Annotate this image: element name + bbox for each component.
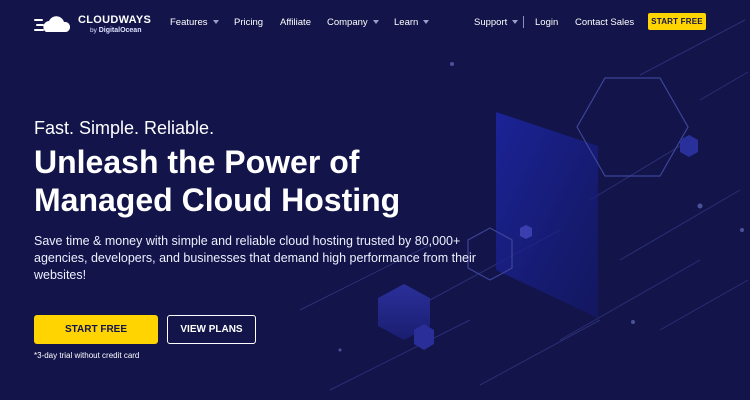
nav-item-contact-sales[interactable]: Contact Sales [575, 17, 634, 28]
nav-start-free-button[interactable]: START FREE [648, 13, 706, 30]
brand-by: by [90, 27, 97, 34]
nav-item-learn[interactable]: Learn [394, 17, 430, 28]
chevron-down-icon [423, 20, 430, 24]
hero-tagline: Fast. Simple. Reliable. [34, 118, 215, 138]
chevron-down-icon [372, 20, 379, 24]
nav-item-login[interactable]: Login [535, 17, 558, 28]
top-navigation: CLOUDWAYS by DigitalOcean Features Prici… [0, 0, 750, 44]
start-free-button[interactable]: START FREE [34, 315, 158, 344]
nav-label: Learn [394, 17, 419, 28]
cloudways-logo[interactable]: CLOUDWAYS by DigitalOcean [34, 12, 151, 36]
nav-item-support[interactable]: Support [474, 17, 519, 28]
nav-divider [523, 16, 524, 28]
brand-parent: DigitalOcean [98, 27, 142, 34]
headline-line-1: Unleash the Power of [34, 144, 360, 180]
nav-item-affiliate[interactable]: Affiliate [280, 17, 311, 28]
hero-headline: Unleash the Power of Managed Cloud Hostin… [34, 143, 400, 219]
nav-item-features[interactable]: Features [170, 17, 219, 28]
nav-label: Company [327, 17, 368, 28]
cloud-logo-icon [34, 16, 71, 32]
brand-byline: by DigitalOcean [90, 27, 141, 34]
nav-item-pricing[interactable]: Pricing [234, 17, 263, 28]
nav-label: Support [474, 17, 508, 28]
nav-item-company[interactable]: Company [327, 17, 379, 28]
headline-line-2: Managed Cloud Hosting [34, 182, 401, 218]
trial-note: *3-day trial without credit card [34, 351, 140, 360]
nav-label: Features [170, 17, 208, 28]
chevron-down-icon [512, 20, 519, 24]
view-plans-button[interactable]: VIEW PLANS [167, 315, 256, 344]
chevron-down-icon [212, 20, 219, 24]
brand-name: CLOUDWAYS [78, 14, 152, 26]
hero-description: Save time & money with simple and reliab… [34, 234, 476, 282]
